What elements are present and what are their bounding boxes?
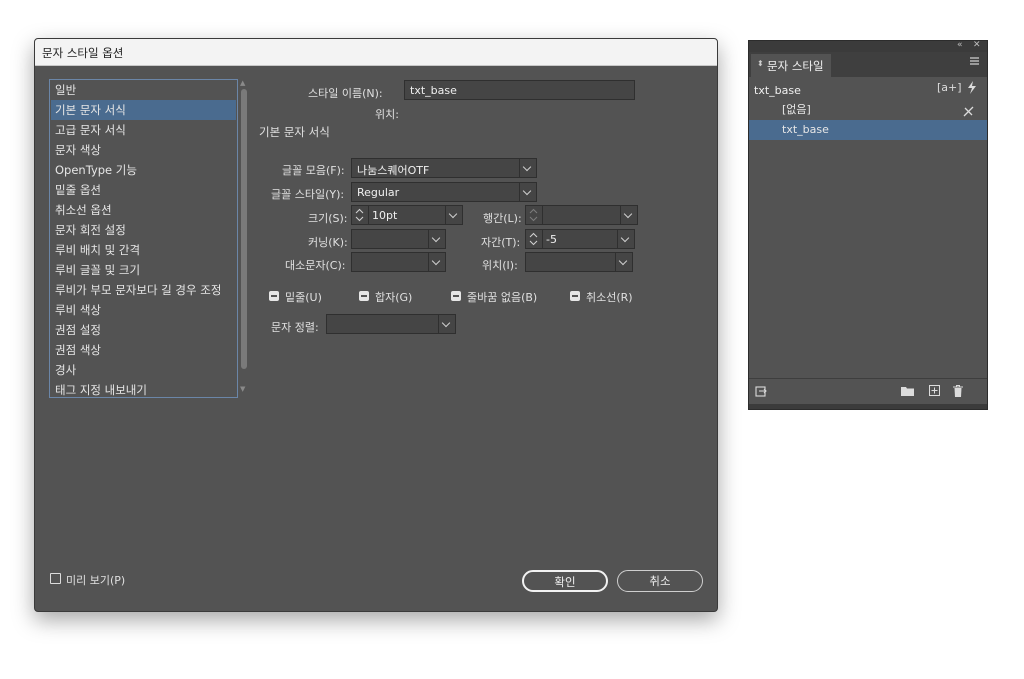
section-title: 기본 문자 서식	[259, 125, 330, 139]
category-item[interactable]: 일반	[51, 80, 236, 100]
folder-icon[interactable]	[901, 386, 914, 399]
category-item[interactable]: 루비 색상	[51, 300, 236, 320]
chevron-down-icon[interactable]	[438, 315, 455, 333]
size-combobox[interactable]: 10pt	[351, 205, 463, 225]
panel-resize-grip[interactable]	[749, 404, 987, 409]
font-style-label: 글꼴 스타일(Y):	[271, 188, 345, 201]
style-name-value: txt_base	[410, 84, 457, 97]
strikethrough-checkbox[interactable]	[570, 291, 580, 301]
font-style-dropdown[interactable]: Regular	[351, 182, 537, 202]
dialog-titlebar[interactable]: 문자 스타일 옵션	[35, 39, 717, 66]
size-label: 크기(S):	[308, 212, 348, 225]
tracking-value: -5	[546, 233, 557, 246]
leading-combobox[interactable]	[525, 205, 638, 225]
category-item[interactable]: OpenType 기능	[51, 160, 236, 180]
chevron-down-icon[interactable]	[519, 183, 536, 201]
style-name-input[interactable]: txt_base	[404, 80, 635, 100]
trash-icon[interactable]	[953, 385, 963, 400]
case-dropdown[interactable]	[351, 252, 446, 272]
spinner-icon[interactable]	[526, 206, 543, 224]
chevron-down-icon[interactable]	[519, 159, 536, 177]
cancel-button[interactable]: 취소	[617, 570, 703, 592]
style-row-none[interactable]: [없음]	[749, 100, 987, 120]
font-family-dropdown[interactable]: 나눔스퀘어OTF	[351, 158, 537, 178]
tab-arrows-icon: ⬍	[757, 59, 764, 68]
style-name-label: 스타일 이름(N):	[308, 87, 383, 100]
close-icon[interactable]: ✕	[973, 40, 981, 50]
category-item[interactable]: 루비 배치 및 간격	[51, 240, 236, 260]
chevron-down-icon[interactable]	[615, 253, 632, 271]
category-item[interactable]: 경사	[51, 360, 236, 380]
category-list[interactable]: 일반 기본 문자 서식 고급 문자 서식 문자 색상 OpenType 기능 밑…	[49, 79, 238, 398]
scroll-up-icon[interactable]: ▲	[240, 79, 245, 87]
category-item[interactable]: 권점 설정	[51, 320, 236, 340]
panel-topbar: « ✕	[749, 40, 987, 52]
chevron-down-icon[interactable]	[620, 206, 637, 224]
ligatures-checkbox[interactable]	[359, 291, 369, 301]
category-item[interactable]: 밑줄 옵션	[51, 180, 236, 200]
spinner-icon[interactable]	[352, 206, 369, 224]
align-label: 문자 정렬:	[271, 321, 319, 334]
preview-checkbox[interactable]	[50, 573, 61, 584]
panel-footer	[749, 378, 987, 405]
tracking-combobox[interactable]: -5	[525, 229, 635, 249]
category-item[interactable]: 문자 회전 설정	[51, 220, 236, 240]
leading-label: 행간(L):	[483, 212, 522, 225]
kerning-dropdown[interactable]	[351, 229, 446, 249]
category-item[interactable]: 문자 색상	[51, 140, 236, 160]
category-item[interactable]: 권점 색상	[51, 340, 236, 360]
collapse-icon[interactable]: «	[957, 40, 963, 50]
new-style-icon[interactable]: [a+]	[937, 81, 962, 94]
align-dropdown[interactable]	[326, 314, 456, 334]
character-styles-panel: « ✕ ⬍ 문자 스타일 txt_base [a+] [없음] txt_base	[748, 40, 988, 410]
category-item[interactable]: 루비 글꼴 및 크기	[51, 260, 236, 280]
underline-label: 밑줄(U)	[285, 291, 322, 304]
chevron-down-icon[interactable]	[428, 253, 445, 271]
category-item[interactable]: 태그 지정 내보내기	[51, 380, 236, 400]
chevron-down-icon[interactable]	[445, 206, 462, 224]
current-style-name: txt_base	[754, 84, 801, 97]
character-style-options-dialog: 문자 스타일 옵션 일반 기본 문자 서식 고급 문자 서식 문자 색상 Ope…	[34, 38, 718, 612]
nobreak-label: 줄바꿈 없음(B)	[467, 291, 538, 304]
case-label: 대소문자(C):	[285, 259, 346, 272]
category-item-selected[interactable]: 기본 문자 서식	[51, 100, 236, 120]
kerning-label: 커닝(K):	[308, 236, 348, 249]
preview-label: 미리 보기(P)	[66, 574, 126, 587]
nobreak-checkbox[interactable]	[451, 291, 461, 301]
chevron-down-icon[interactable]	[428, 230, 445, 248]
ok-button[interactable]: 확인	[522, 570, 608, 592]
chevron-down-icon[interactable]	[617, 230, 634, 248]
category-item[interactable]: 루비가 부모 문자보다 길 경우 조정	[51, 280, 236, 300]
load-styles-icon[interactable]	[755, 385, 768, 400]
category-scrollbar[interactable]: ▲ ▼	[239, 79, 249, 397]
style-row-label: [없음]	[782, 103, 811, 116]
panel-menu-icon[interactable]	[969, 56, 980, 69]
size-value: 10pt	[372, 209, 398, 222]
underline-checkbox[interactable]	[269, 291, 279, 301]
position-dropdown[interactable]	[525, 252, 633, 272]
style-row-label: txt_base	[782, 123, 829, 136]
font-style-value: Regular	[357, 186, 400, 199]
panel-tab[interactable]: ⬍ 문자 스타일	[751, 54, 831, 77]
panel-tab-label: 문자 스타일	[767, 59, 824, 73]
add-icon[interactable]	[929, 385, 940, 399]
strikethrough-label: 취소선(R)	[586, 291, 633, 304]
scrollbar-thumb[interactable]	[241, 89, 247, 369]
font-family-value: 나눔스퀘어OTF	[357, 164, 430, 177]
ligatures-label: 합자(G)	[375, 291, 413, 304]
font-family-label: 글꼴 모음(F):	[282, 164, 345, 177]
position-label: 위치(I):	[482, 259, 518, 272]
category-item[interactable]: 고급 문자 서식	[51, 120, 236, 140]
lightning-icon[interactable]	[967, 81, 977, 97]
scroll-down-icon[interactable]: ▼	[240, 385, 245, 393]
spinner-icon[interactable]	[526, 230, 543, 248]
style-row-selected[interactable]: txt_base	[749, 120, 987, 140]
dialog-title: 문자 스타일 옵션	[42, 46, 124, 60]
category-item[interactable]: 취소선 옵션	[51, 200, 236, 220]
location-label: 위치:	[375, 108, 399, 121]
tracking-label: 자간(T):	[481, 236, 521, 249]
